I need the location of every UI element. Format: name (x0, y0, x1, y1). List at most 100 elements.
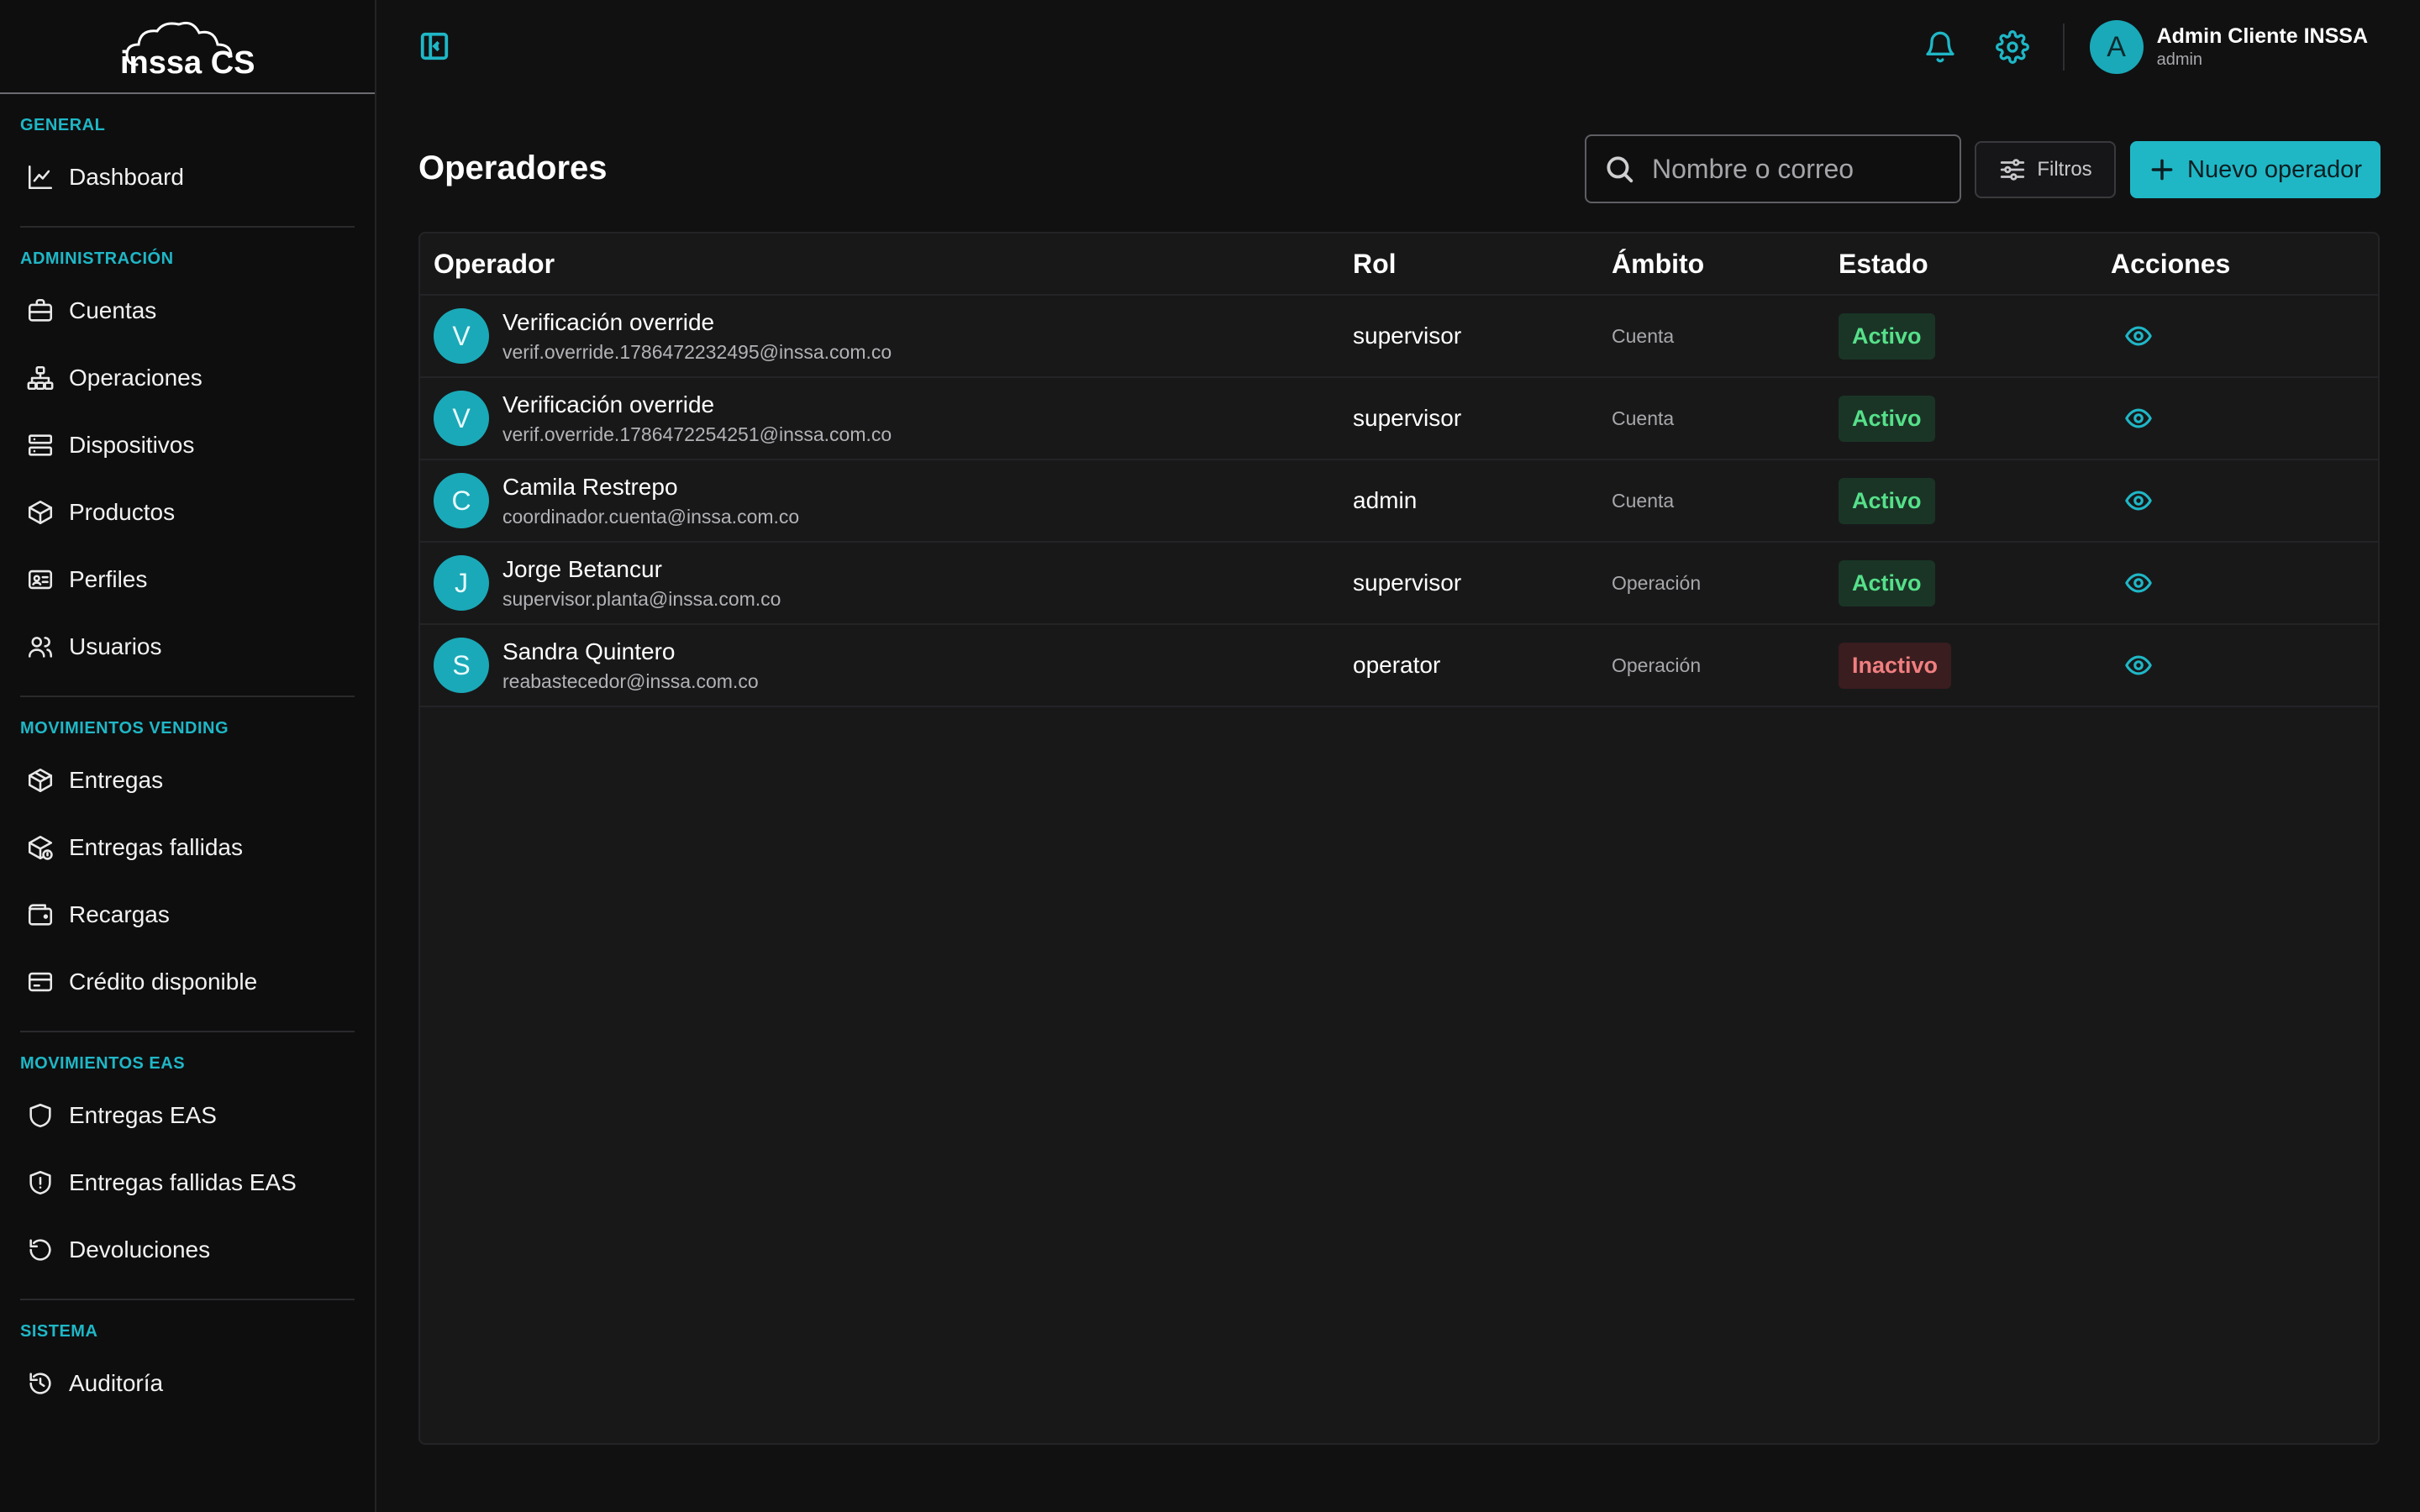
operator-info: Jorge Betancur supervisor.planta@inssa.co… (502, 556, 781, 611)
operator-cell: S Sandra Quintero reabastecedor@inssa.com.… (420, 638, 1353, 693)
table-body: V Verificación override verif.override.178… (420, 296, 2378, 707)
nav-section: MOVIMIENTOS EAS Entregas EAS Entregas fall… (0, 1031, 375, 1284)
scope-text: Operación (1612, 571, 1702, 594)
view-button[interactable] (2124, 651, 2153, 680)
sidebar-item-dashboard[interactable]: Dashboard (20, 144, 355, 211)
status-cell: Activo (1839, 395, 2111, 442)
credit-card-icon (25, 967, 55, 997)
filters-button[interactable]: Filtros (1975, 141, 2116, 198)
bell-icon (1925, 31, 1954, 63)
operator-email: coordinador.cuenta@inssa.com.co (502, 505, 800, 528)
nav-section-title: GENERAL (20, 116, 106, 134)
sidebar-item-label: Crédito disponible (69, 969, 258, 995)
operators-table: Operador Rol Ámbito Estado Acciones V Ver… (418, 232, 2380, 1445)
nav-section-title: ADMINISTRACIÓN (20, 249, 174, 268)
sidebar-toggle-button[interactable] (418, 30, 450, 62)
table-row: S Sandra Quintero reabastecedor@inssa.com.… (420, 625, 2378, 707)
table-row: V Verificación override verif.override.178… (420, 296, 2378, 378)
view-button[interactable] (2124, 404, 2153, 433)
nav-section: SISTEMA Auditoría (0, 1299, 375, 1417)
logo-area[interactable]: inssa CS (0, 0, 375, 94)
column-header-estado: Estado (1839, 248, 1928, 279)
view-button[interactable] (2124, 486, 2153, 515)
sidebar-item-label: Entregas (69, 767, 164, 793)
operator-info: Verificación override verif.override.1786… (502, 391, 892, 446)
sidebar-item-label: Cuentas (69, 297, 157, 323)
eye-icon (2125, 573, 2152, 593)
topbar: A Admin Cliente INSSA admin (376, 0, 2420, 94)
user-avatar[interactable]: A (2089, 20, 2144, 74)
new-operator-button[interactable]: Nuevo operador (2130, 141, 2381, 198)
sidebar-item-label: Entregas fallidas (69, 834, 244, 860)
notifications-button[interactable] (1923, 30, 1957, 64)
role-cell: supervisor (1353, 323, 1612, 349)
operator-name: Sandra Quintero (502, 638, 676, 664)
actions-cell (2111, 569, 2378, 597)
nav-section-title: MOVIMIENTOS VENDING (20, 719, 229, 738)
scope-cell: Cuenta (1612, 490, 1839, 512)
user-name: Admin Cliente INSSA (2156, 24, 2368, 48)
sidebar-item-label: Dispositivos (69, 432, 195, 458)
topbar-actions: A Admin Cliente INSSA admin (1885, 18, 2368, 76)
search-input[interactable] (1652, 153, 1938, 185)
actions-cell (2111, 486, 2378, 515)
view-button[interactable] (2124, 569, 2153, 597)
status-badge: Activo (1839, 477, 1935, 524)
sidebar-item-entregas-fallidas-eas[interactable]: Entregas fallidas EAS (20, 1149, 355, 1216)
operator-avatar: V (434, 391, 489, 446)
operator-info: Verificación override verif.override.1786… (502, 309, 892, 364)
role-cell: admin (1353, 487, 1612, 514)
role-cell: operator (1353, 652, 1612, 679)
sidebar-item-entregas-fallidas[interactable]: Entregas fallidas (20, 814, 355, 881)
settings-button[interactable] (1995, 30, 2029, 64)
user-info[interactable]: Admin Cliente INSSA admin (2157, 24, 2368, 70)
sidebar-item-perfiles[interactable]: Perfiles (20, 546, 355, 613)
sidebar-toggle-icon (420, 32, 449, 60)
nav-section: ADMINISTRACIÓN Cuentas Operaciones Disposit… (0, 226, 375, 680)
operator-name: Jorge Betancur (502, 555, 662, 582)
operator-cell: V Verificación override verif.override.178… (420, 391, 1353, 446)
sidebar-item-devoluciones[interactable]: Devoluciones (20, 1216, 355, 1284)
column-header-ambito: Ámbito (1612, 248, 1705, 279)
operator-info: Sandra Quintero reabastecedor@inssa.com.c… (502, 638, 759, 693)
nav-divider (20, 696, 355, 697)
search-box[interactable] (1585, 134, 1961, 203)
sidebar-item-recargas[interactable]: Recargas (20, 881, 355, 948)
status-badge: Activo (1839, 312, 1935, 360)
scope-text: Cuenta (1612, 407, 1675, 429)
sidebar-item-dispositivos[interactable]: Dispositivos (20, 412, 355, 479)
status-badge: Activo (1839, 559, 1935, 606)
sidebar-item-productos[interactable]: Productos (20, 479, 355, 546)
sidebar-item-usuarios[interactable]: Usuarios (20, 613, 355, 680)
sidebar-item-cuentas[interactable]: Cuentas (20, 277, 355, 344)
operator-email: verif.override.1786472254251@inssa.com.c… (502, 423, 892, 445)
view-button[interactable] (2124, 322, 2153, 350)
sidebar-item-label: Perfiles (69, 566, 148, 592)
sidebar-item-credito-disponible[interactable]: Crédito disponible (20, 948, 355, 1016)
column-header-rol: Rol (1353, 248, 1397, 279)
nav-section-title: SISTEMA (20, 1322, 98, 1341)
sidebar-item-auditoria[interactable]: Auditoría (20, 1350, 355, 1417)
eye-icon (2125, 326, 2152, 346)
chart-line-icon (25, 162, 55, 192)
plus-icon (2151, 159, 2173, 181)
eye-icon (2125, 655, 2152, 675)
sidebar-item-entregas-eas[interactable]: Entregas EAS (20, 1082, 355, 1149)
operator-email: verif.override.1786472232495@inssa.com.c… (502, 340, 892, 363)
status-cell: Activo (1839, 477, 2111, 524)
sidebar-item-entregas[interactable]: Entregas (20, 747, 355, 814)
operator-name: Verificación override (502, 308, 715, 335)
column-header-operador: Operador (434, 248, 555, 279)
role-text: operator (1353, 652, 1441, 678)
column-header-acciones: Acciones (2111, 248, 2231, 279)
user-role: admin (2156, 50, 2203, 69)
gear-icon (1995, 30, 2029, 64)
scope-cell: Cuenta (1612, 407, 1839, 430)
server-icon (25, 430, 55, 460)
package-icon (25, 765, 55, 795)
users-icon (25, 632, 55, 662)
operator-name: Verificación override (502, 391, 715, 417)
sidebar-item-operaciones[interactable]: Operaciones (20, 344, 355, 412)
scope-text: Operación (1612, 654, 1702, 676)
sidebar-item-label: Usuarios (69, 633, 162, 659)
